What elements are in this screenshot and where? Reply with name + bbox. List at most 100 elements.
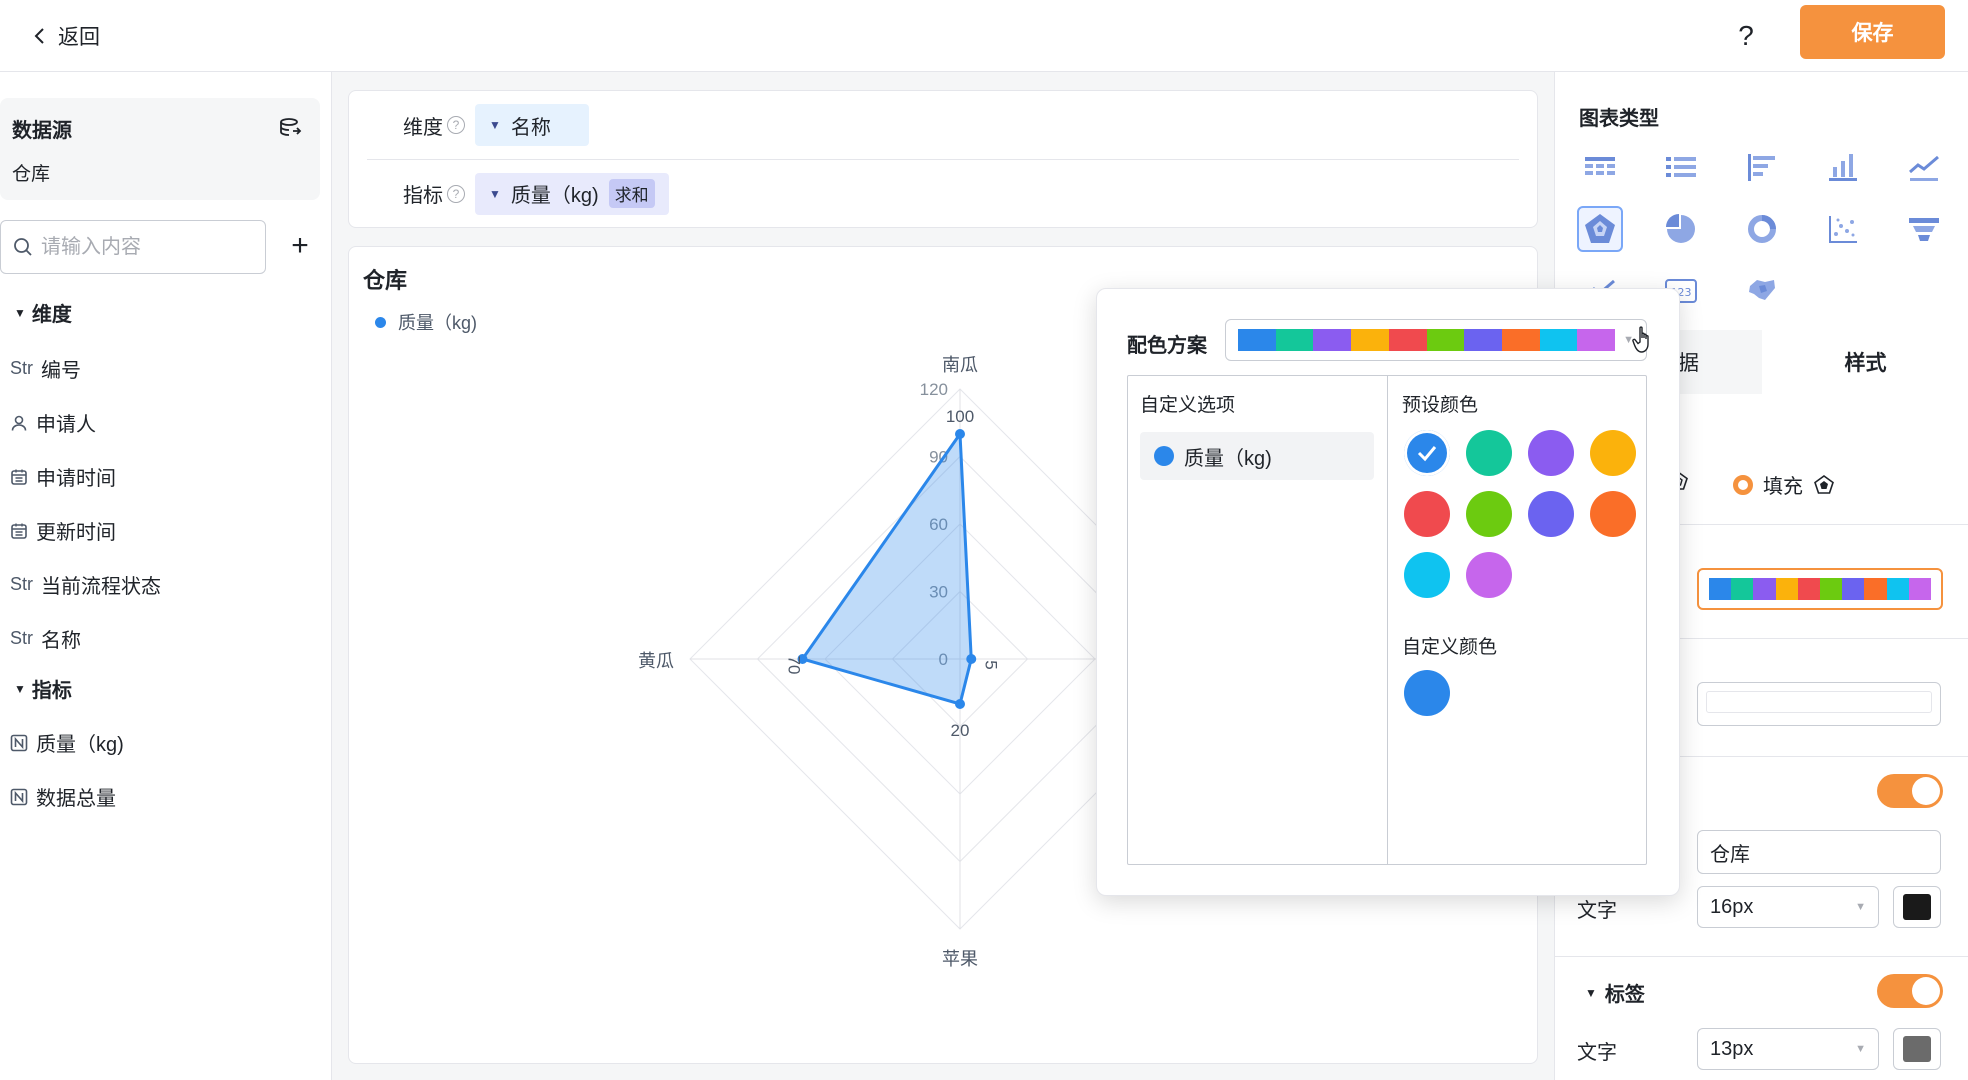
table-chart-icon[interactable] [1577,144,1623,190]
measure-label: 指标? [367,179,475,208]
title-toggle[interactable] [1877,774,1943,808]
custom-option-item[interactable]: 质量（kg) [1140,432,1374,480]
list-chart-icon[interactable] [1658,144,1704,190]
datasource-box[interactable]: 数据源 仓库 [0,98,320,200]
field-search[interactable] [0,220,266,274]
preset-color-swatch[interactable] [1466,552,1512,598]
labels-toggle[interactable] [1877,974,1943,1008]
text-label: 文字 [1577,900,1617,922]
preset-color-swatch[interactable] [1528,430,1574,476]
title-font-color-button[interactable] [1893,886,1941,928]
caret-down-icon: ▼ [14,681,26,696]
scheme-editor: 自定义选项 质量（kg) 预设颜色 自定义颜色 [1127,375,1647,865]
measure-pill[interactable]: ▼ 质量（kg) 求和 [475,172,669,215]
custom-color-swatch[interactable] [1404,670,1450,716]
field-item[interactable]: 申请人 [10,408,96,437]
help-icon[interactable]: ? [1726,16,1766,56]
fill-radio[interactable]: 填充 [1733,470,1835,499]
search-input[interactable] [41,235,251,259]
funnel-chart-icon[interactable] [1901,206,1947,252]
database-switch-icon[interactable] [278,116,302,140]
caret-down-icon: ▼ [14,305,26,320]
measures-label: 指标 [31,680,72,702]
palette-swatches [1709,578,1932,600]
palette-color [1864,578,1887,600]
data-point-label: 20 [951,721,970,740]
measures-group-header[interactable]: ▼ 指标 [14,674,72,703]
divider [1555,956,1968,957]
preset-color-swatch[interactable] [1590,491,1636,537]
help-icon[interactable]: ? [447,184,465,203]
preset-color-swatch[interactable] [1466,491,1512,537]
caret-down-icon: ▼ [1855,901,1866,913]
background-field[interactable] [1697,682,1941,726]
tab-style[interactable]: 样式 [1762,330,1968,394]
empty-swatch [1706,691,1932,713]
custom-options-panel: 自定义选项 质量（kg) [1128,376,1388,864]
help-icon[interactable]: ? [447,116,465,134]
palette-color [1886,578,1909,600]
color-scheme-field[interactable] [1697,568,1943,610]
search-icon [14,238,32,256]
palette-color [1388,329,1427,351]
field-item[interactable]: 申请时间 [10,462,116,491]
back-button[interactable]: 返回 [30,16,100,56]
field-item[interactable]: 质量（kg) [10,728,124,757]
add-field-button[interactable]: + [282,228,318,264]
dimensions-group-header[interactable]: ▼ 维度 [14,298,72,327]
aggregation-badge[interactable]: 求和 [608,179,655,208]
preset-color-swatch[interactable] [1466,430,1512,476]
field-item[interactable]: Str 名称 [10,624,81,653]
preset-colors-label: 预设颜色 [1402,395,1479,416]
caret-down-icon: ▼ [1855,1043,1866,1055]
preset-color-swatch[interactable] [1404,430,1450,476]
datasource-title: 数据源 [12,120,72,142]
palette-color [1709,578,1732,600]
top-bar: 返回 ? 保存 [0,0,1968,72]
preset-color-swatch[interactable] [1404,491,1450,537]
field-item[interactable]: 更新时间 [10,516,116,545]
donut-chart-icon[interactable] [1739,206,1785,252]
palette-color [1775,578,1798,600]
preset-color-swatch[interactable] [1528,491,1574,537]
radar-chart-icon[interactable] [1577,206,1623,252]
palette-color [1238,329,1276,351]
palette-color [1842,578,1865,600]
radio-selected-icon [1733,474,1753,495]
palette-color [1820,578,1843,600]
save-button[interactable]: 保存 [1800,5,1945,59]
label-font-color-button[interactable] [1893,1028,1941,1070]
palette-color [1464,329,1503,351]
radar-point [955,429,965,439]
calendar-icon [11,469,27,485]
line-chart-icon[interactable] [1901,144,1947,190]
indicator-label: 南瓜 [942,355,978,375]
dimension-pill[interactable]: ▼ 名称 [475,104,589,146]
labels-section-header[interactable]: ▼ 标签 [1585,978,1645,1007]
field-item[interactable]: 数据总量 [10,782,116,811]
palette-swatches [1238,329,1616,351]
field-item[interactable]: Str 当前流程状态 [10,570,161,599]
chart-type-title: 图表类型 [1579,108,1659,130]
datasource-name: 仓库 [12,164,51,185]
bar-chart-icon[interactable] [1820,144,1866,190]
scheme-select[interactable]: ▼ [1225,319,1647,361]
preset-color-swatch[interactable] [1404,552,1450,598]
title-font-size-select[interactable]: 16px ▼ [1697,886,1879,928]
title-input[interactable] [1697,830,1941,874]
indicator-label: 黄瓜 [638,651,674,671]
data-point-label: 100 [946,407,974,426]
map-chart-icon[interactable] [1739,268,1785,314]
custom-color-label: 自定义颜色 [1402,637,1498,658]
scatter-chart-icon[interactable] [1820,206,1866,252]
dimension-row: 维度? ▼ 名称 [349,91,1537,159]
field-item[interactable]: Str 编号 [10,354,81,383]
palette-color [1731,578,1754,600]
palette-color [1275,329,1314,351]
pie-chart-icon[interactable] [1658,206,1704,252]
horizontal-bar-icon[interactable] [1739,144,1785,190]
dimension-label: 维度? [349,111,475,140]
label-font-size-select[interactable]: 13px ▼ [1697,1028,1879,1070]
preset-color-swatch[interactable] [1590,430,1636,476]
number-type-icon [10,788,28,805]
